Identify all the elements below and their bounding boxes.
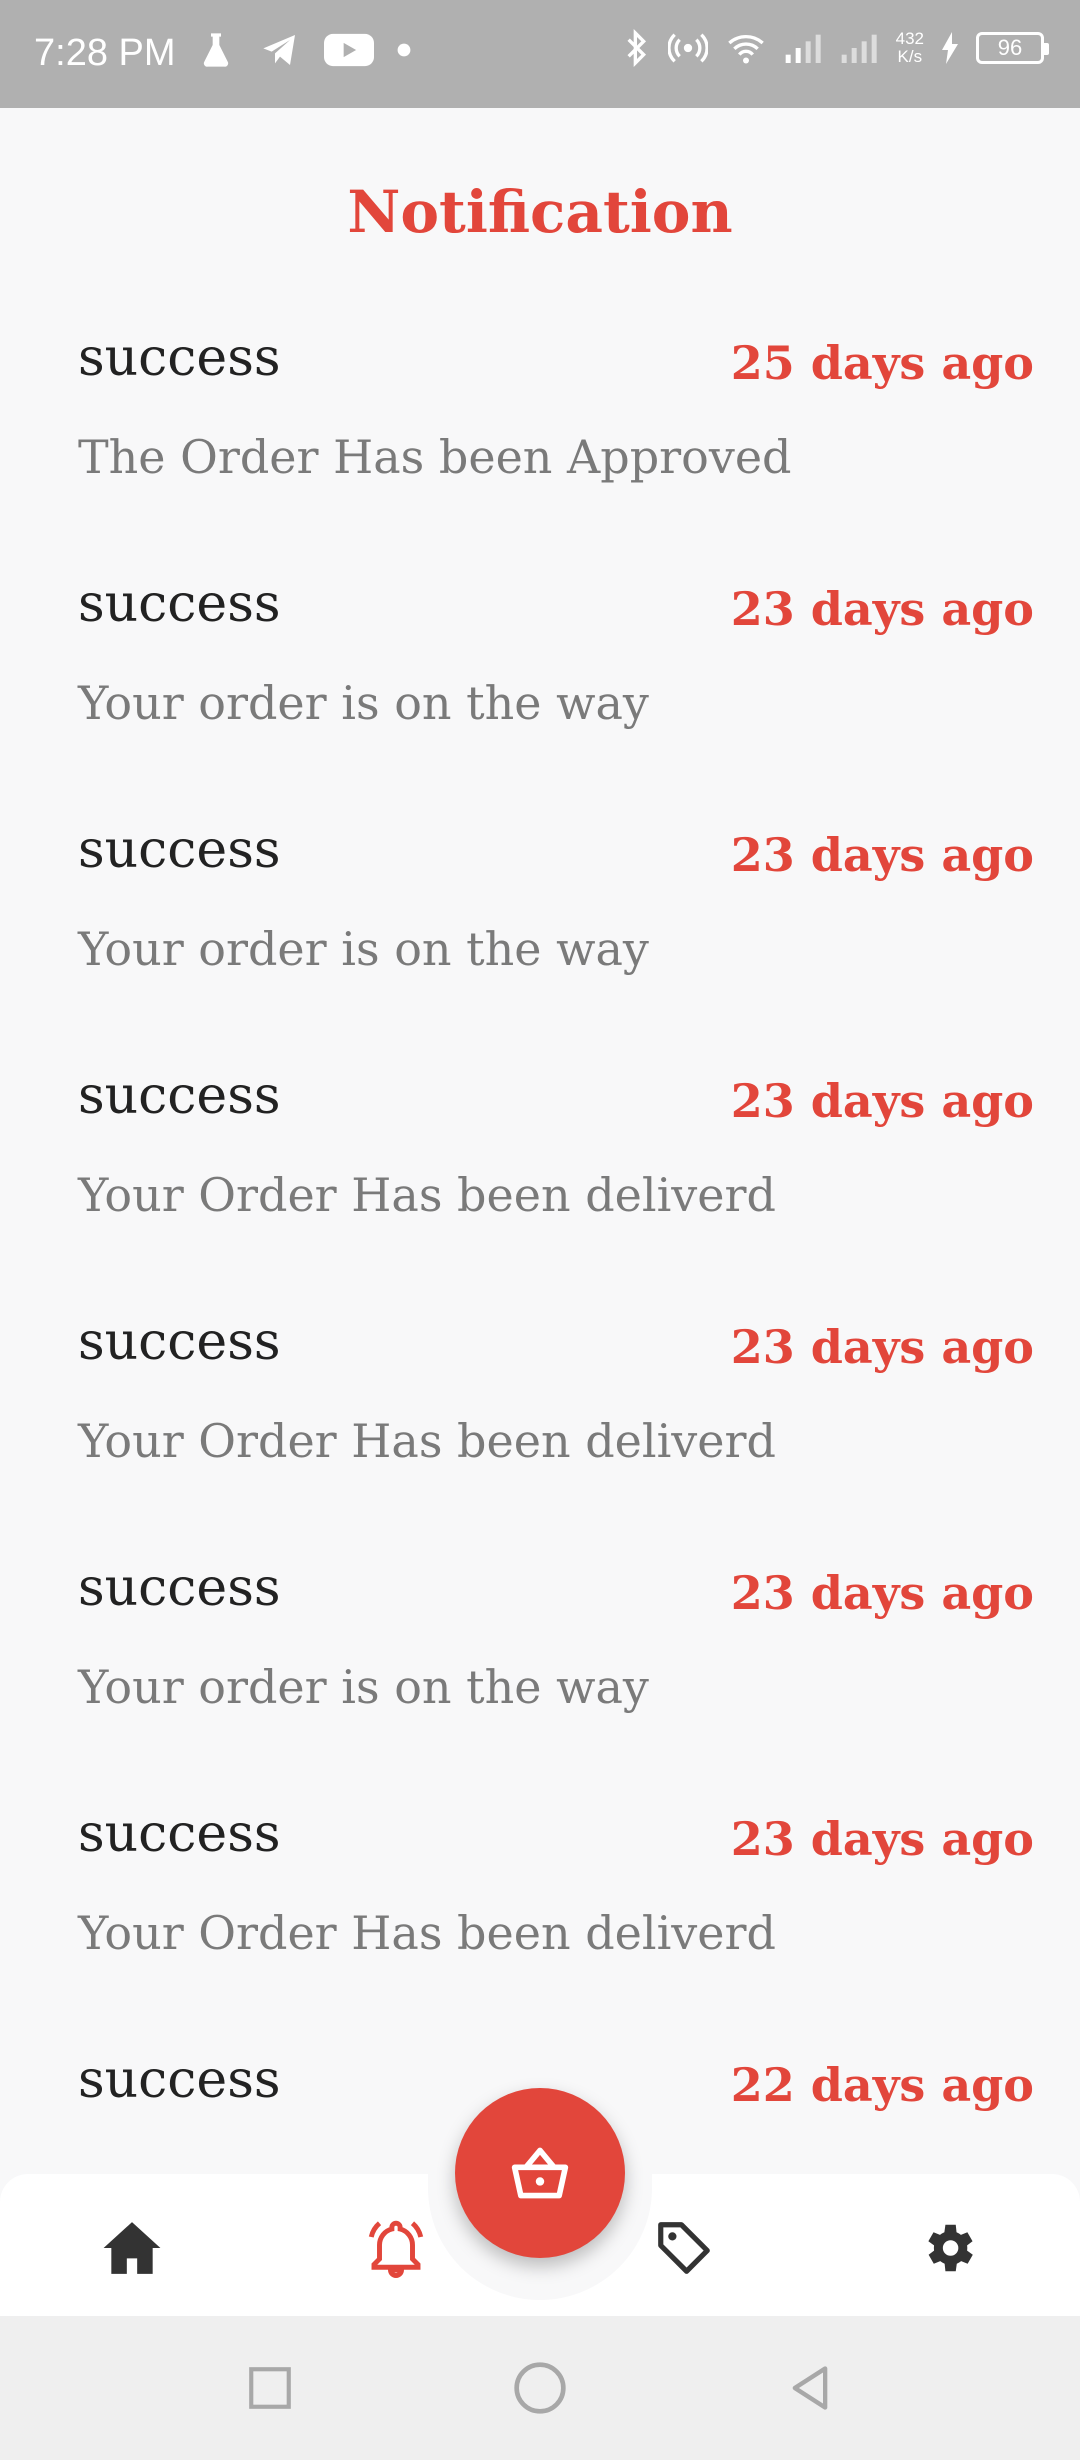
notification-time: 23 days ago — [730, 828, 1034, 882]
recent-apps-button[interactable] — [238, 2356, 302, 2420]
notification-message: Your Order Has been deliverd — [78, 1168, 776, 1222]
bluetooth-icon — [627, 28, 646, 68]
notification-time: 25 days ago — [730, 336, 1034, 390]
back-icon — [792, 2366, 828, 2410]
flask-icon — [203, 33, 229, 67]
notification-title: success — [78, 2050, 281, 2110]
notification-icons — [196, 30, 412, 70]
system-navigation-bar — [0, 2316, 1080, 2460]
notification-list[interactable]: success 25 days ago The Order Has been A… — [0, 322, 1080, 2290]
status-time: 7:28 PM — [34, 32, 176, 74]
notification-message: Your order is on the way — [78, 1660, 649, 1714]
notification-item[interactable]: success 23 days ago Your Order Has been … — [0, 1798, 1080, 2044]
signal-icon — [785, 34, 821, 63]
bell-icon — [368, 2220, 424, 2278]
notification-item[interactable]: success 23 days ago Your Order Has been … — [0, 1060, 1080, 1306]
notification-message: Your order is on the way — [78, 676, 649, 730]
notification-title: success — [78, 328, 281, 388]
nav-offers-button[interactable] — [648, 2212, 720, 2284]
network-speed: 432 K/s — [895, 29, 924, 66]
notification-item[interactable]: success 23 days ago Your order is on the… — [0, 1552, 1080, 1798]
notification-title: success — [78, 1558, 281, 1618]
notification-message: Your Order Has been deliverd — [78, 1906, 776, 1960]
notification-title: success — [78, 1066, 281, 1126]
notification-time: 23 days ago — [730, 582, 1034, 636]
telegram-icon — [263, 35, 295, 65]
recent-apps-icon — [249, 2367, 291, 2409]
dot-icon — [397, 43, 411, 57]
notification-message: Your order is on the way — [78, 922, 649, 976]
notification-item[interactable]: success 25 days ago The Order Has been A… — [0, 322, 1080, 568]
wifi-icon — [727, 35, 764, 64]
basket-icon — [511, 2147, 569, 2199]
nav-notifications-button[interactable] — [360, 2212, 432, 2284]
back-button[interactable] — [778, 2356, 842, 2420]
notification-title: success — [78, 1804, 281, 1864]
home-icon — [103, 2222, 161, 2274]
notification-time: 23 days ago — [730, 1320, 1034, 1374]
page-title: Notification — [347, 178, 733, 246]
nav-home-button[interactable] — [96, 2212, 168, 2284]
notification-item[interactable]: success 23 days ago Your Order Has been … — [0, 1306, 1080, 1552]
status-bar: 7:28 PM 432 K/s 96 — [0, 0, 1080, 108]
home-system-button[interactable] — [508, 2356, 572, 2420]
notification-message: Your Order Has been deliverd — [78, 1414, 776, 1468]
home-circle-icon — [514, 2362, 566, 2414]
cart-fab-button[interactable] — [455, 2088, 625, 2258]
notification-title: success — [78, 574, 281, 634]
gear-icon — [928, 2224, 973, 2272]
notification-time: 23 days ago — [730, 1074, 1034, 1128]
signal-icon — [841, 34, 877, 63]
notification-time: 23 days ago — [730, 1812, 1034, 1866]
charging-icon — [942, 32, 958, 64]
notification-item[interactable]: success 23 days ago Your order is on the… — [0, 568, 1080, 814]
tag-icon — [658, 2222, 710, 2274]
notification-time: 23 days ago — [730, 1566, 1034, 1620]
battery-indicator: 96 — [976, 32, 1049, 64]
youtube-icon — [324, 33, 374, 67]
nav-settings-button[interactable] — [912, 2212, 984, 2284]
system-status-icons: 432 K/s 96 — [622, 28, 1049, 68]
notification-item[interactable]: success 23 days ago Your order is on the… — [0, 814, 1080, 1060]
notification-title: success — [78, 1312, 281, 1372]
hotspot-icon — [667, 33, 708, 63]
notification-time: 22 days ago — [730, 2058, 1034, 2112]
notification-message: The Order Has been Approved — [78, 430, 792, 484]
notification-title: success — [78, 820, 281, 880]
